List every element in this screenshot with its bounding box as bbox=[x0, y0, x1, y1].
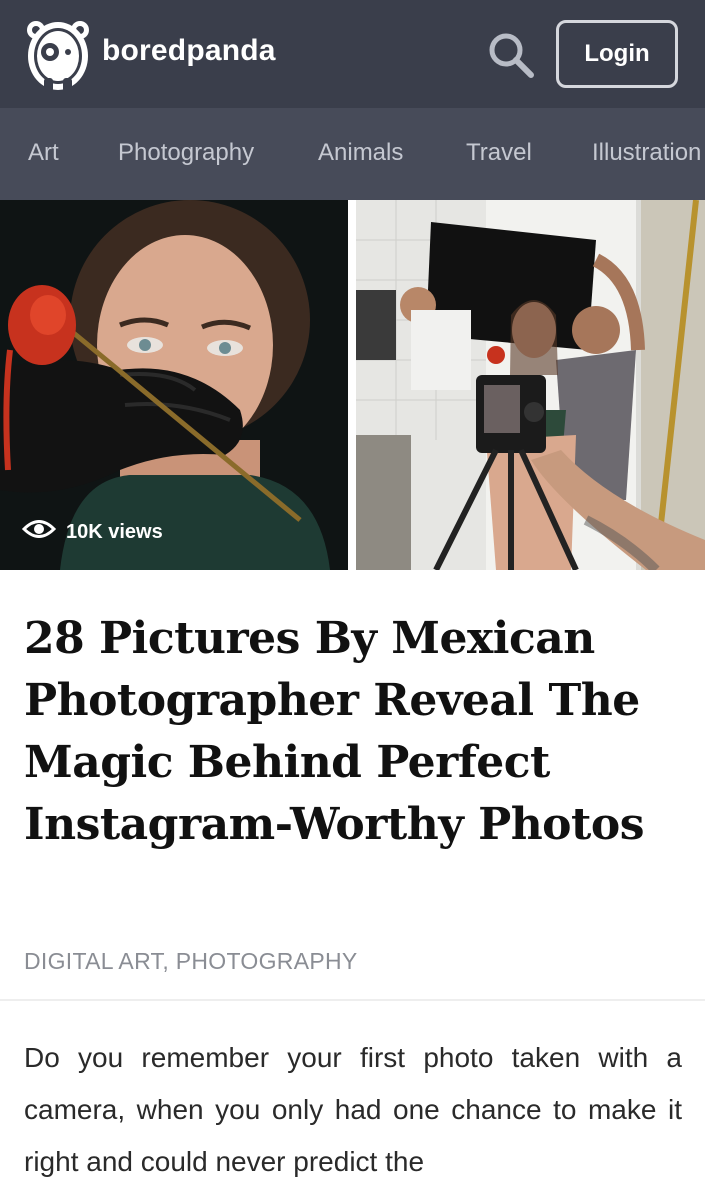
nav-item-travel[interactable]: Travel bbox=[466, 139, 532, 167]
article-intro: Do you remember your first photo taken w… bbox=[24, 1042, 682, 1177]
nav-item-art[interactable]: Art bbox=[28, 139, 59, 167]
divider bbox=[0, 999, 705, 1001]
eye-icon bbox=[21, 518, 57, 546]
article-categories[interactable]: DIGITAL ART, PHOTOGRAPHY bbox=[24, 948, 358, 975]
nav-item-photography[interactable]: Photography bbox=[118, 139, 254, 167]
views-counter: 10K views bbox=[21, 518, 163, 546]
category-nav: Art Photography Animals Travel Illustrat… bbox=[0, 108, 705, 200]
article-title: 28 Pictures By Mexican Photographer Reve… bbox=[24, 613, 644, 850]
brand-name[interactable]: boredpanda bbox=[102, 34, 276, 68]
hero-image-behind-the-scenes[interactable] bbox=[356, 200, 705, 570]
hero-image-final-photo[interactable]: 10K views bbox=[0, 200, 348, 570]
login-button[interactable]: Login bbox=[556, 20, 678, 88]
nav-item-animals[interactable]: Animals bbox=[318, 139, 403, 167]
top-header: boredpanda Login bbox=[0, 0, 705, 108]
views-count: 10K views bbox=[66, 520, 163, 543]
article-hero[interactable]: 10K views bbox=[0, 200, 705, 570]
search-icon[interactable] bbox=[484, 28, 538, 82]
nav-item-illustration[interactable]: Illustration bbox=[592, 139, 701, 167]
panda-logo-icon[interactable] bbox=[24, 16, 92, 96]
